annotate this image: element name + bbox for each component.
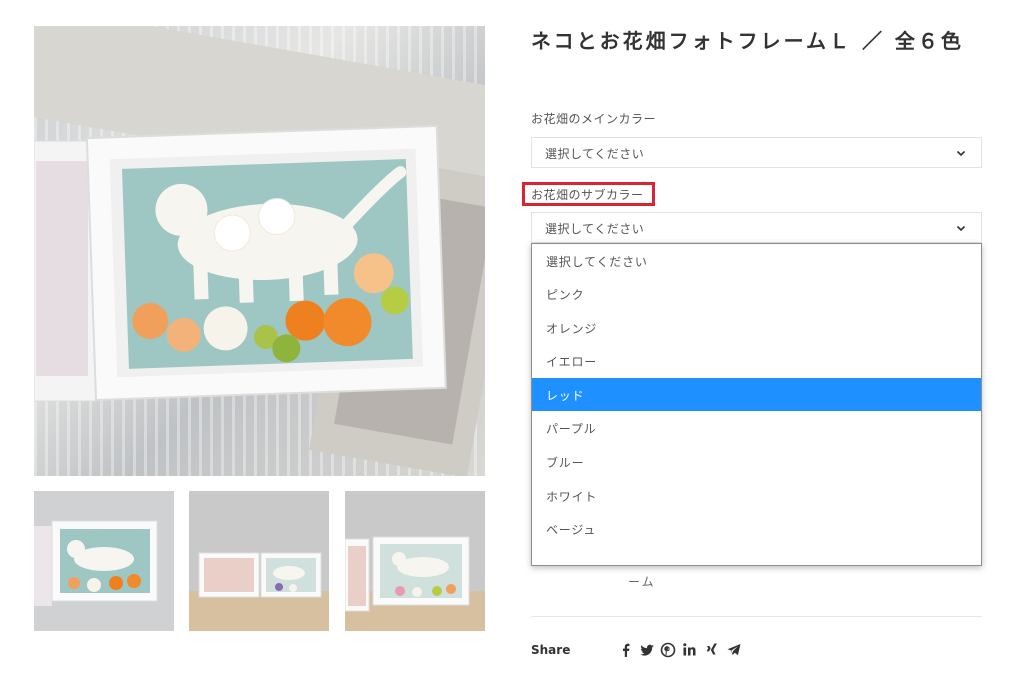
dropdown-option[interactable]: イエロー <box>532 344 981 377</box>
dropdown-option[interactable]: ベージュ <box>532 512 981 545</box>
sub-color-dropdown-list[interactable]: 選択してください ピンク オレンジ イエロー レッド パープル ブルー ホワイト… <box>531 243 982 566</box>
facebook-icon[interactable] <box>618 642 634 658</box>
sub-color-value: 選択してください <box>545 222 645 236</box>
product-title: ネコとお花畑フォトフレームＬ ／ 全６色 <box>531 29 964 53</box>
main-color-select[interactable]: 選択してください <box>531 137 982 168</box>
dropdown-option-selected[interactable]: レッド <box>532 378 981 411</box>
main-color-label: お花畑のメインカラー <box>531 112 657 126</box>
chevron-down-icon <box>956 150 966 157</box>
linkedin-icon[interactable] <box>682 642 698 658</box>
thumbnail-1[interactable] <box>34 491 174 631</box>
sub-color-select[interactable]: 選択してください <box>531 212 982 243</box>
dropdown-option[interactable]: パープル <box>532 411 981 444</box>
pinterest-icon[interactable] <box>660 642 676 658</box>
telegram-icon[interactable] <box>726 642 742 658</box>
main-product-image[interactable] <box>34 26 485 476</box>
dropdown-option[interactable]: ホワイト <box>532 479 981 512</box>
dropdown-option[interactable]: 選択してください <box>532 244 981 277</box>
divider <box>531 616 982 617</box>
thumbnail-2[interactable] <box>189 491 329 631</box>
sub-color-label: お花畑のサブカラー <box>531 188 644 202</box>
description-partial-text: ーム <box>628 575 656 589</box>
thumbnail-3[interactable] <box>345 491 485 631</box>
dropdown-option[interactable]: ブルー <box>532 445 981 478</box>
xing-icon[interactable] <box>704 642 720 658</box>
dropdown-option[interactable]: ピンク <box>532 277 981 310</box>
chevron-down-icon <box>956 225 966 232</box>
dropdown-option[interactable]: オレンジ <box>532 311 981 344</box>
main-color-value: 選択してください <box>545 147 645 161</box>
twitter-icon[interactable] <box>639 642 655 658</box>
share-label: Share <box>531 643 571 657</box>
